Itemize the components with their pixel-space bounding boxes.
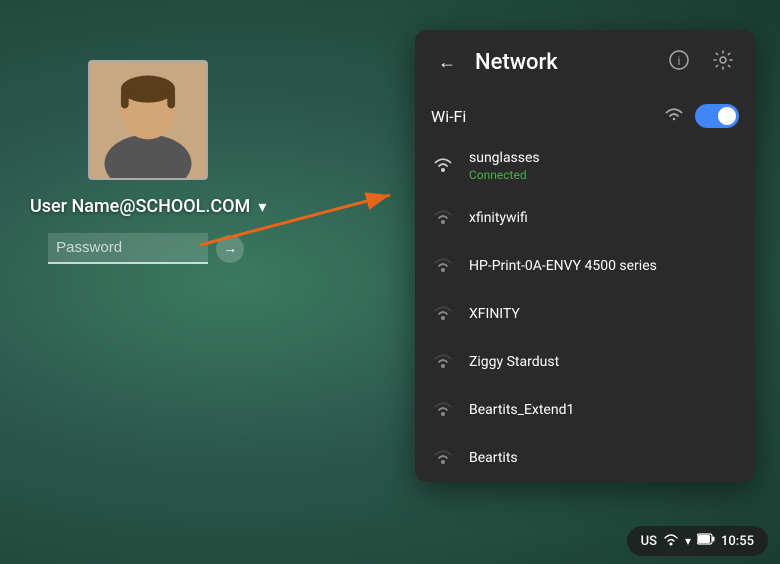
panel-title: Network [475,50,651,75]
wifi-signal-icon [663,105,685,128]
toggle-knob [718,107,736,125]
avatar [88,60,208,180]
wifi-network-item[interactable]: sunglasses Connected [415,138,755,194]
wifi-network-name: sunglasses [469,150,540,166]
wifi-network-item[interactable]: Ziggy Stardust [415,338,755,386]
wifi-item-info: Beartits_Extend1 [469,402,574,418]
username-text: User Name@SCHOOL.COM [30,196,250,217]
submit-arrow-button[interactable]: → [216,235,244,263]
back-button[interactable]: ← [431,46,463,78]
panel-header: ← Network i [415,30,755,94]
info-button[interactable]: i [663,46,695,78]
taskbar-time: 10:55 [721,534,754,549]
info-icon: i [669,50,689,75]
wifi-section-header: Wi-Fi [415,94,755,138]
wifi-signal-icon-full [431,154,455,178]
wifi-label: Wi-Fi [431,107,466,126]
wifi-network-item[interactable]: Beartits [415,434,755,482]
taskbar-wifi-icon[interactable] [663,532,679,550]
svg-text:i: i [678,54,681,68]
wifi-network-item[interactable]: Beartits_Extend1 [415,386,755,434]
network-panel: ← Network i Wi-Fi [415,30,755,482]
wifi-toggle[interactable] [695,104,739,128]
login-area: User Name@SCHOOL.COM ▾ → [30,60,266,264]
wifi-network-status: Connected [469,168,540,182]
wifi-list: sunglasses Connected xfinitywifi [415,138,755,482]
wifi-network-name: HP-Print-0A-ENVY 4500 series [469,258,657,274]
wifi-network-item[interactable]: XFINITY [415,290,755,338]
gear-icon [713,50,733,75]
wifi-network-name: Ziggy Stardust [469,354,559,370]
wifi-signal-icon-low [431,446,455,470]
taskbar: US ▾ 10:55 [627,526,768,556]
chevron-down-icon[interactable]: ▾ [258,197,266,216]
wifi-item-info: XFINITY [469,306,520,322]
wifi-signal-icon-medium [431,302,455,326]
wifi-item-info: sunglasses Connected [469,150,540,182]
wifi-controls [663,104,739,128]
wifi-network-name: Beartits_Extend1 [469,402,574,418]
back-icon: ← [438,52,456,73]
settings-button[interactable] [707,46,739,78]
wifi-signal-icon-medium [431,206,455,230]
wifi-item-info: xfinitywifi [469,210,528,226]
wifi-network-item[interactable]: xfinitywifi [415,194,755,242]
wifi-network-name: xfinitywifi [469,210,528,226]
wifi-network-item[interactable]: HP-Print-0A-ENVY 4500 series [415,242,755,290]
wifi-item-info: Beartits [469,450,518,466]
password-row: → [48,233,248,264]
chevron-down-icon: ▾ [685,534,691,548]
wifi-signal-icon-medium [431,350,455,374]
taskbar-battery-icon [697,533,715,549]
password-input[interactable] [48,233,208,264]
wifi-network-name: XFINITY [469,306,520,322]
wifi-network-name: Beartits [469,450,518,466]
wifi-signal-icon-low [431,398,455,422]
taskbar-locale[interactable]: US [641,534,657,549]
wifi-item-info: HP-Print-0A-ENVY 4500 series [469,258,657,274]
wifi-signal-icon-low [431,254,455,278]
wifi-item-info: Ziggy Stardust [469,354,559,370]
user-name-row: User Name@SCHOOL.COM ▾ [30,196,266,217]
